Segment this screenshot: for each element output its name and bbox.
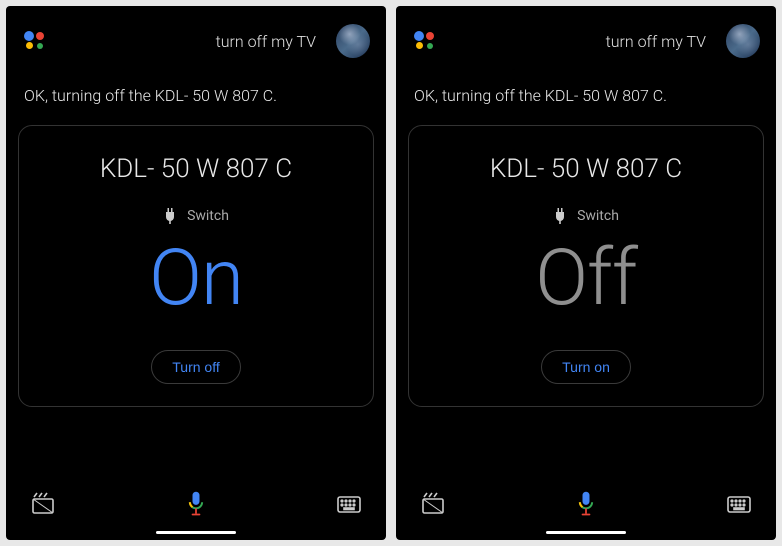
assistant-response-text: OK, turning off the KDL- 50 W 807 C. (6, 76, 386, 125)
microphone-button[interactable] (180, 488, 212, 520)
device-type-row: Switch (425, 208, 747, 224)
device-name: KDL- 50 W 807 C (35, 154, 357, 184)
device-card: KDL- 50 W 807 C Switch On Turn off (18, 125, 374, 407)
keyboard-icon[interactable] (726, 491, 752, 517)
turn-off-button[interactable]: Turn off (151, 350, 240, 384)
explore-icon[interactable] (30, 491, 56, 517)
home-indicator[interactable] (156, 531, 236, 534)
microphone-button[interactable] (570, 488, 602, 520)
home-indicator[interactable] (546, 531, 626, 534)
google-assistant-logo-icon (412, 29, 436, 53)
bottom-bar (396, 472, 776, 540)
device-type-row: Switch (35, 208, 357, 224)
plug-icon (553, 208, 567, 224)
header: turn off my TV (6, 6, 386, 76)
device-state: On (35, 240, 357, 318)
assistant-response-text: OK, turning off the KDL- 50 W 807 C. (396, 76, 776, 125)
device-name: KDL- 50 W 807 C (425, 154, 747, 184)
user-query-text: turn off my TV (58, 32, 324, 51)
assistant-screen-right: turn off my TV OK, turning off the KDL- … (396, 6, 776, 540)
device-state: Off (425, 240, 747, 318)
device-card: KDL- 50 W 807 C Switch Off Turn on (408, 125, 764, 407)
user-avatar[interactable] (726, 24, 760, 58)
plug-icon (163, 208, 177, 224)
explore-icon[interactable] (420, 491, 446, 517)
device-type-label: Switch (577, 208, 619, 224)
turn-on-button[interactable]: Turn on (541, 350, 631, 384)
device-type-label: Switch (187, 208, 229, 224)
user-query-text: turn off my TV (448, 32, 714, 51)
bottom-bar (6, 472, 386, 540)
user-avatar[interactable] (336, 24, 370, 58)
google-assistant-logo-icon (22, 29, 46, 53)
header: turn off my TV (396, 6, 776, 76)
assistant-screen-left: turn off my TV OK, turning off the KDL- … (6, 6, 386, 540)
keyboard-icon[interactable] (336, 491, 362, 517)
